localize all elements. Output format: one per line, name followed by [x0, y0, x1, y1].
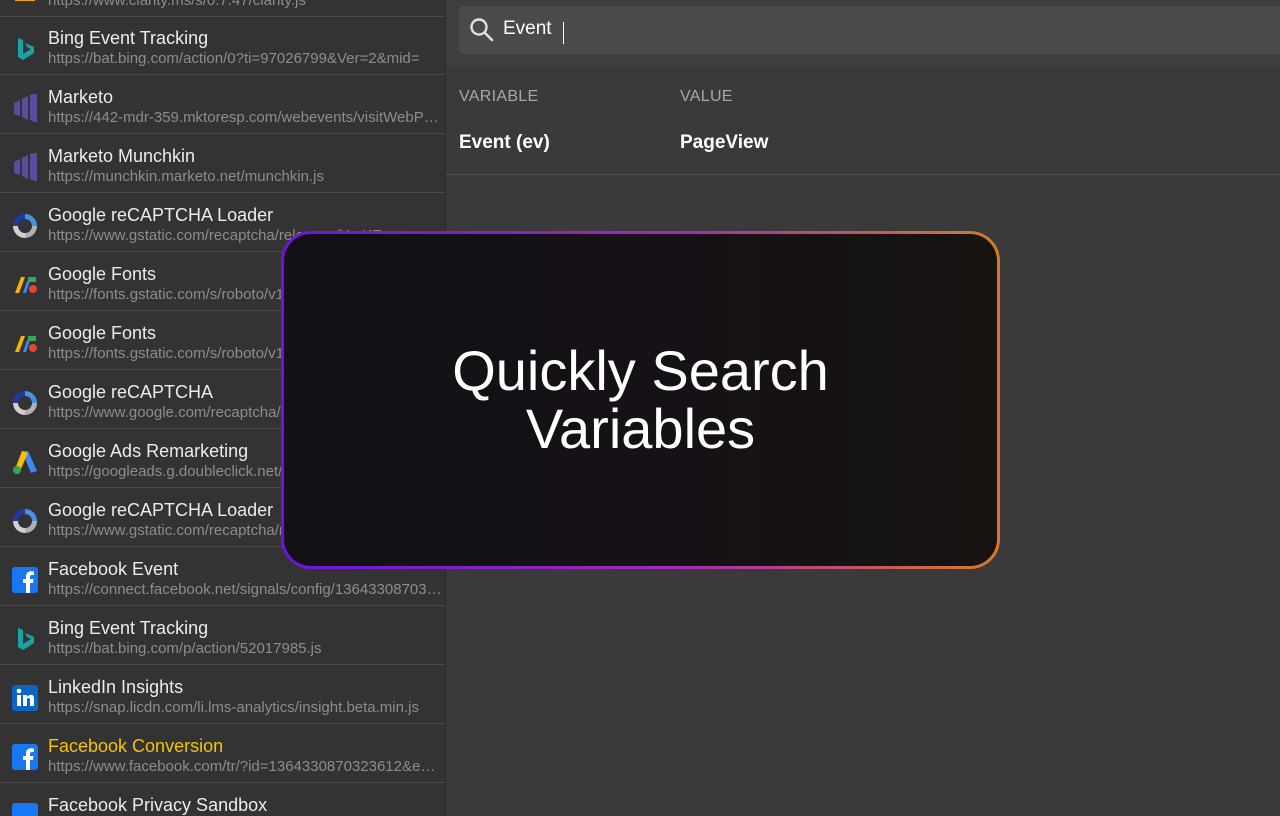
google-fonts-icon — [10, 329, 40, 359]
facebook-icon — [10, 801, 40, 816]
list-item-name: Google Fonts — [48, 264, 157, 284]
search-input[interactable] — [503, 15, 1203, 43]
list-item-name: Google reCAPTCHA Loader — [48, 205, 274, 225]
feature-callout: Quickly Search Variables — [281, 231, 1000, 569]
google-ads-icon — [10, 447, 40, 477]
recaptcha-icon — [10, 211, 40, 241]
list-item[interactable]: Marketo Munchkin https://munchkin.market… — [0, 135, 445, 193]
list-item-name: LinkedIn Insights — [48, 677, 184, 697]
list-item-url: https://bat.bing.com/p/action/52017985.j… — [48, 640, 322, 657]
facebook-icon — [10, 565, 40, 595]
list-item-url: https://www.clarity.ms/s/0.7.47/clarity.… — [48, 0, 306, 9]
list-item-url: https://connect.facebook.net/signals/con… — [48, 581, 442, 598]
list-item-name: Facebook Event — [48, 559, 179, 579]
search-icon — [469, 17, 495, 48]
list-item[interactable]: Bing Event Tracking https://bat.bing.com… — [0, 17, 445, 75]
list-item[interactable]: Marketo https://442-mdr-359.mktoresp.com… — [0, 76, 445, 134]
recaptcha-icon — [10, 506, 40, 536]
list-item-name: Google Ads Remarketing — [48, 441, 249, 461]
search-bar — [446, 0, 1280, 66]
google-fonts-icon — [10, 270, 40, 300]
table-row[interactable]: Event (ev) PageView — [446, 118, 1280, 175]
list-item[interactable]: Bing Event Tracking https://bat.bing.com… — [0, 607, 445, 665]
list-item[interactable]: https://www.clarity.ms/s/0.7.47/clarity.… — [0, 0, 445, 17]
list-item-selected[interactable]: Facebook Conversion https://www.facebook… — [0, 725, 445, 783]
list-item-name: Facebook Privacy Sandbox — [48, 795, 268, 815]
list-item-name: Facebook Conversion — [48, 736, 224, 756]
column-header-variable: VARIABLE — [459, 88, 539, 105]
variable-cell: Event (ev) — [459, 132, 550, 153]
list-item-url: https://bat.bing.com/action/0?ti=9702679… — [48, 50, 420, 67]
list-item-name: Google Fonts — [48, 323, 157, 343]
recaptcha-icon — [10, 388, 40, 418]
list-item-name: Marketo Munchkin — [48, 146, 196, 166]
list-item-url: https://www.facebook.com/tr/?id=13643308… — [48, 758, 442, 775]
value-cell: PageView — [680, 132, 769, 153]
linkedin-icon — [10, 683, 40, 713]
table-header: VARIABLE VALUE — [446, 86, 1280, 112]
clarity-icon — [10, 0, 40, 6]
search-box[interactable] — [459, 6, 1280, 54]
column-header-value: VALUE — [680, 88, 733, 105]
text-cursor — [563, 22, 564, 44]
callout-panel: Quickly Search Variables — [284, 234, 997, 566]
list-item-name: Bing Event Tracking — [48, 618, 209, 638]
callout-title: Quickly Search Variables — [452, 339, 829, 460]
marketo-icon — [10, 93, 40, 123]
list-item-name: Google reCAPTCHA Loader — [48, 500, 274, 520]
bing-icon — [10, 34, 40, 64]
list-item-url: https://munchkin.marketo.net/munchkin.js — [48, 168, 324, 185]
bing-icon — [10, 624, 40, 654]
list-item[interactable]: LinkedIn Insights https://snap.licdn.com… — [0, 666, 445, 724]
list-item[interactable]: Facebook Privacy Sandbox — [0, 784, 445, 816]
list-item-url: https://snap.licdn.com/li.lms-analytics/… — [48, 699, 419, 716]
list-item-url: https://442-mdr-359.mktoresp.com/webeven… — [48, 109, 442, 126]
facebook-icon — [10, 742, 40, 772]
list-item-name: Google reCAPTCHA — [48, 382, 214, 402]
marketo-icon — [10, 152, 40, 182]
list-item-name: Marketo — [48, 87, 114, 107]
list-item-name: Bing Event Tracking — [48, 28, 209, 48]
